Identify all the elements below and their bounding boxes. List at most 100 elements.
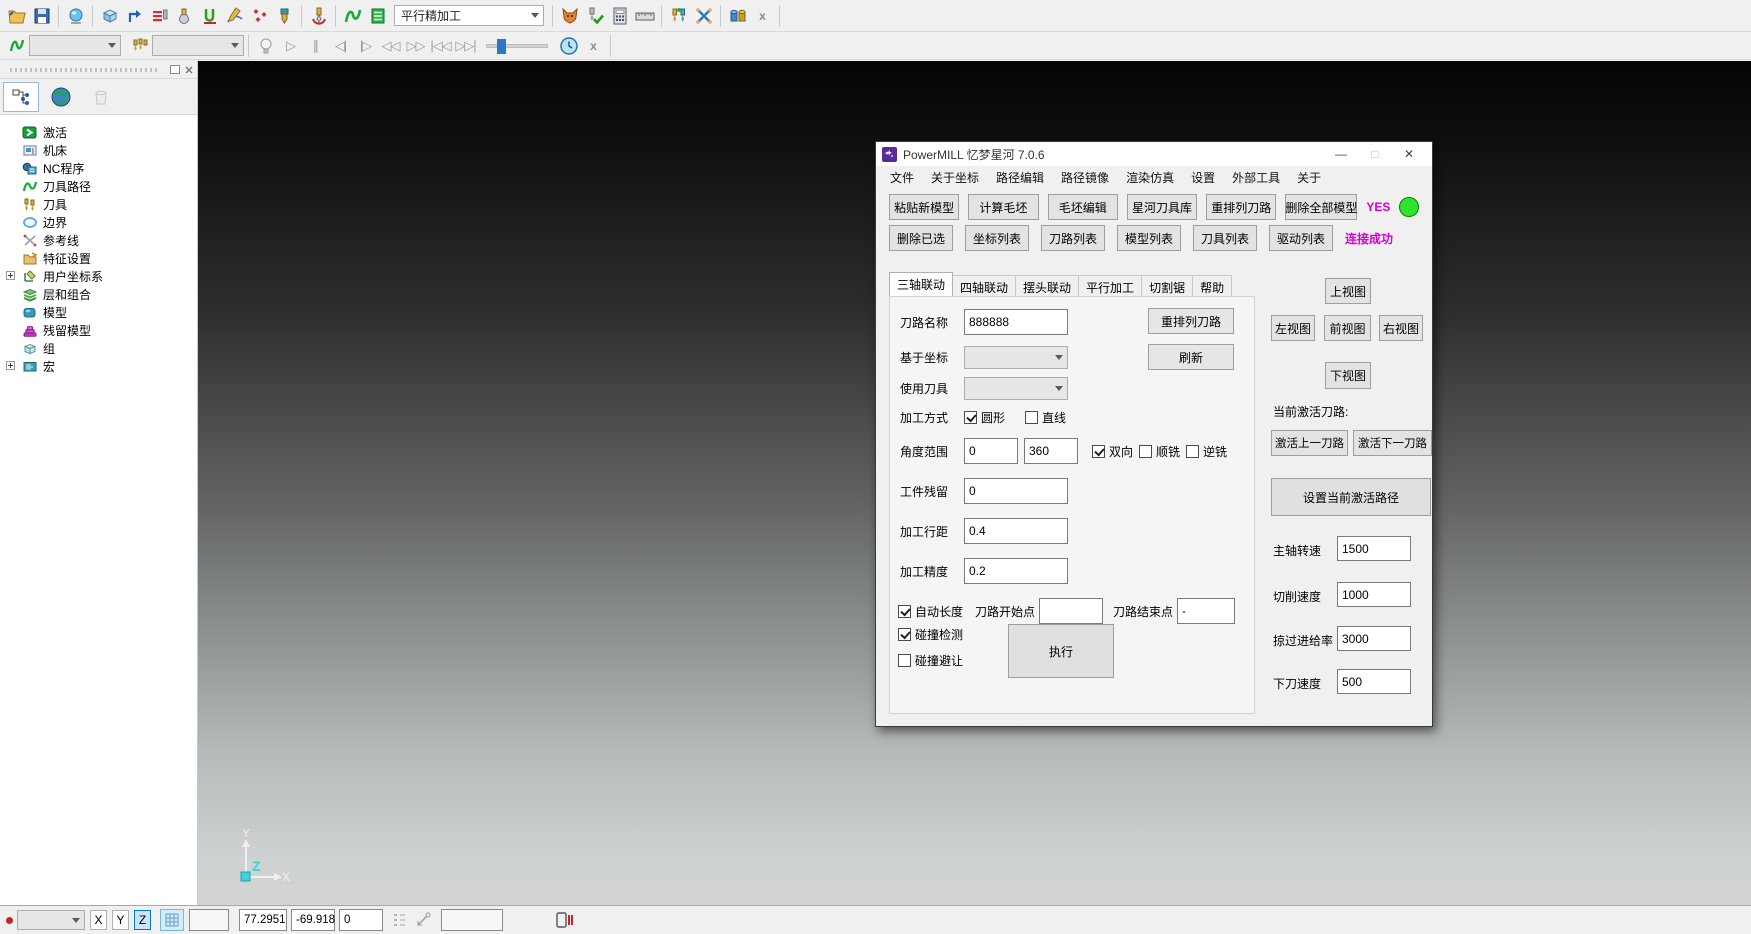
panel-grip[interactable]	[0, 61, 197, 79]
reorder-button[interactable]: 重排列刀路	[1148, 308, 1234, 334]
angle-to-input[interactable]	[1024, 438, 1078, 464]
expand-icon[interactable]	[6, 271, 15, 280]
model-list-button[interactable]: 模型列表	[1117, 225, 1181, 251]
minimize-button[interactable]: —	[1324, 147, 1358, 161]
tab-globe[interactable]	[43, 82, 79, 112]
statusbar-dropdown[interactable]	[17, 910, 85, 930]
simulation-speed-slider[interactable]	[486, 44, 548, 48]
u-channel-icon[interactable]	[197, 4, 222, 28]
fast-forward-button[interactable]: ▷▷	[403, 34, 428, 58]
execute-button[interactable]: 执行	[1008, 624, 1114, 678]
open-folder-icon[interactable]	[4, 4, 29, 28]
expand-icon[interactable]	[6, 361, 15, 370]
nc-list-icon[interactable]	[147, 4, 172, 28]
activate-next-button[interactable]: 激活下一刀路	[1353, 430, 1432, 456]
tree-item-workplane[interactable]: 用户坐标系	[4, 267, 197, 285]
dialog-titlebar[interactable]: PowerMILL 忆梦星河 7.0.6 — □ ✕	[876, 142, 1432, 166]
coord-x-field[interactable]: 77.2951	[239, 909, 287, 931]
close-toolbar-icon[interactable]: x	[750, 4, 775, 28]
tool-pair-icon[interactable]	[666, 4, 691, 28]
bulb-icon[interactable]	[253, 34, 278, 58]
pause-button[interactable]: ∥	[303, 34, 328, 58]
tree-item-group[interactable]: 组	[4, 339, 197, 357]
tree-item-boundary[interactable]: 边界	[4, 213, 197, 231]
spindle-speed-input[interactable]	[1337, 536, 1411, 561]
pencil-curve-icon[interactable]	[222, 4, 247, 28]
paste-new-model-button[interactable]: 粘贴新模型	[889, 194, 959, 220]
delete-selected-button[interactable]: 删除已选	[889, 225, 953, 251]
rewind-button[interactable]: ◁◁	[378, 34, 403, 58]
tab-saw[interactable]: 切割锯	[1141, 275, 1193, 296]
tab-4axis[interactable]: 四轴联动	[952, 275, 1016, 296]
toolpath-name-input[interactable]	[964, 309, 1068, 335]
activate-prev-button[interactable]: 激活上一刀路	[1271, 430, 1348, 456]
view-top-button[interactable]: 上视图	[1325, 278, 1371, 304]
tree-item-nc-program[interactable]: NC程序	[4, 159, 197, 177]
tab-tilt-head[interactable]: 摆头联动	[1015, 275, 1079, 296]
angle-from-input[interactable]	[964, 438, 1018, 464]
view-right-button[interactable]: 右视图	[1379, 315, 1423, 341]
delete-all-models-button[interactable]: 删除全部模型	[1285, 194, 1357, 220]
axis-x-button[interactable]: X	[90, 910, 107, 930]
collision-avoid-checkbox[interactable]: 碰撞避让	[898, 652, 963, 669]
view-left-button[interactable]: 左视图	[1271, 315, 1315, 341]
view-bottom-button[interactable]: 下视图	[1325, 362, 1371, 389]
sim-tool-dropdown[interactable]	[152, 35, 244, 56]
go-start-button[interactable]: |◁◁	[428, 34, 453, 58]
tab-trash[interactable]	[83, 82, 119, 112]
grid-toggle-button[interactable]	[160, 909, 184, 931]
collision-check-checkbox[interactable]: 碰撞检测	[898, 626, 963, 643]
tree-item-macro[interactable]: 宏	[4, 357, 197, 375]
tool-library-button[interactable]: 星河刀具库	[1127, 194, 1197, 220]
bent-arrow-icon[interactable]	[122, 4, 147, 28]
tool-holder-icon[interactable]	[272, 4, 297, 28]
menu-settings[interactable]: 设置	[1191, 169, 1215, 186]
set-active-path-button[interactable]: 设置当前激活路径	[1271, 478, 1431, 516]
cylinders-icon[interactable]	[725, 4, 750, 28]
menu-path-mirror[interactable]: 路径镜像	[1061, 169, 1109, 186]
coord-list-button[interactable]: 坐标列表	[965, 225, 1029, 251]
toolpath-ribbon-icon[interactable]	[340, 4, 365, 28]
tool-check-icon[interactable]	[582, 4, 607, 28]
menu-render-sim[interactable]: 渲染仿真	[1126, 169, 1174, 186]
calc-stock-button[interactable]: 计算毛坯	[968, 194, 1038, 220]
tolerance-input[interactable]	[964, 558, 1068, 584]
refresh-button[interactable]: 刷新	[1148, 344, 1234, 370]
coord-y-field[interactable]: -69.918	[291, 909, 335, 931]
calculator-icon[interactable]	[607, 4, 632, 28]
axis-y-button[interactable]: Y	[112, 910, 129, 930]
plunge-feed-input[interactable]	[1337, 669, 1411, 694]
fox-icon[interactable]	[557, 4, 582, 28]
toolpath-list-icon[interactable]	[365, 4, 390, 28]
graphics-viewport[interactable]: Y X Z PowerMILL 忆梦星河 7.0.6 — □ ✕ 文件 关于坐标…	[198, 61, 1751, 905]
step-back-button[interactable]: ◁|	[328, 34, 353, 58]
tree-item-reference-line[interactable]: 参考线	[4, 231, 197, 249]
end-point-input[interactable]	[1177, 598, 1235, 624]
tree-item-activate[interactable]: 激活	[4, 123, 197, 141]
slider-handle[interactable]	[497, 39, 506, 54]
clipboard-pause-icon[interactable]	[555, 911, 575, 929]
climb-checkbox[interactable]: 顺铣	[1139, 443, 1180, 460]
use-tool-dropdown[interactable]	[964, 377, 1068, 400]
close-button[interactable]: ✕	[1392, 147, 1426, 161]
stepover-input[interactable]	[964, 518, 1068, 544]
float-panel-icon[interactable]	[170, 65, 180, 74]
skim-feed-input[interactable]	[1337, 626, 1411, 651]
ball-cutter-icon[interactable]	[172, 4, 197, 28]
probe-pointer-icon[interactable]	[415, 912, 433, 928]
tree-item-toolpath[interactable]: 刀具路径	[4, 177, 197, 195]
xyz-list-icon[interactable]	[391, 912, 407, 928]
tree-item-stock-model[interactable]: 残留模型	[4, 321, 197, 339]
tab-help[interactable]: 帮助	[1192, 275, 1232, 296]
go-end-button[interactable]: ▷▷|	[453, 34, 478, 58]
close-panel-icon[interactable]	[185, 66, 193, 74]
tree-item-levels[interactable]: 层和组合	[4, 285, 197, 303]
snap-field[interactable]	[189, 909, 229, 931]
reorder-toolpaths-button[interactable]: 重排列刀路	[1206, 194, 1276, 220]
tree-item-machine[interactable]: 机床	[4, 141, 197, 159]
toolpath-list-button[interactable]: 刀路列表	[1041, 225, 1105, 251]
tool-list-button[interactable]: 刀具列表	[1193, 225, 1257, 251]
maximize-button[interactable]: □	[1358, 147, 1392, 161]
clock-icon[interactable]	[556, 34, 581, 58]
diamond-pattern-icon[interactable]	[247, 4, 272, 28]
